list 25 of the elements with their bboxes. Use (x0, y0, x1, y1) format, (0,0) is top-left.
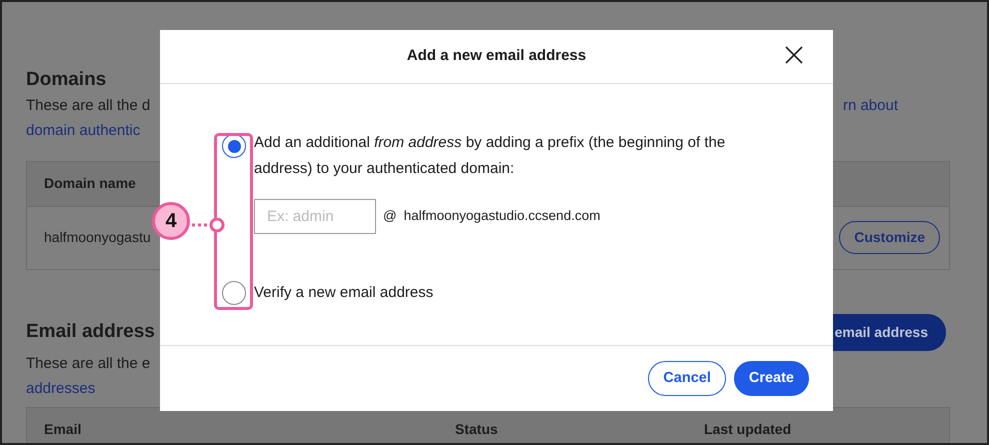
option-label[interactable]: Verify a new email address (254, 280, 434, 306)
domain-text: halfmoonyogastudio.ccsend.com (404, 207, 600, 226)
dialog-title: Add a new email address (406, 46, 586, 66)
column-header: Last updated (704, 420, 792, 440)
section-description: These are all the d (26, 96, 150, 116)
help-link[interactable]: domain authentic (26, 122, 140, 139)
help-link[interactable]: rn about (842, 92, 898, 118)
radio-button[interactable] (222, 281, 246, 305)
leader-line (192, 218, 226, 232)
radio-button[interactable] (222, 134, 246, 158)
column-header: Domain name (44, 174, 136, 194)
option-label[interactable]: Add an additional from address by adding a prefix (the beginning of the address) to your authenticated domain: (254, 130, 754, 182)
at-sign: @ (383, 207, 397, 226)
column-header: Email (44, 420, 82, 440)
column-header: Status (455, 420, 499, 440)
section-heading: Email address (26, 320, 155, 344)
close-button[interactable] (785, 46, 803, 64)
prefix-field[interactable]: Ex: admin (254, 199, 376, 234)
table-cell-text: halfmoonyogastu (44, 228, 151, 248)
cancel-button[interactable]: Cancel (648, 360, 726, 396)
create-button[interactable]: Create (734, 360, 809, 396)
help-link[interactable]: addresses (26, 380, 96, 397)
section-heading: Domains (26, 68, 108, 92)
section-description: These are all the e (26, 354, 150, 372)
customize-button[interactable]: Customize (839, 221, 940, 254)
